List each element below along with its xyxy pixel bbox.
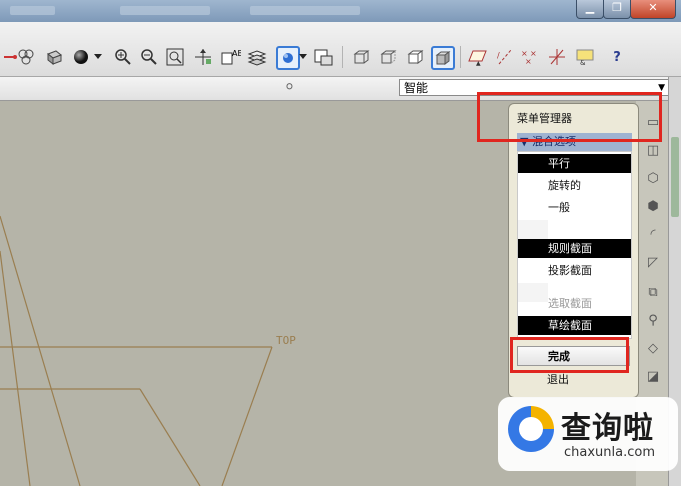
datum-label-top: TOP [276, 334, 296, 347]
wireframe-icon[interactable] [350, 46, 372, 68]
sketch-line [0, 250, 31, 486]
help-glyph: ? [613, 49, 621, 65]
sphere-icon[interactable] [70, 46, 92, 68]
title-text-blur [10, 6, 55, 15]
svg-text:▲: ▲ [476, 60, 481, 66]
menu-item-rotational[interactable]: 旋转的 [518, 176, 631, 195]
no-hidden-icon[interactable] [404, 46, 426, 68]
exit-button[interactable]: 退出 [547, 371, 569, 387]
zoom-in-icon[interactable] [112, 46, 134, 68]
title-bar: ▁ ❐ ✕ [0, 0, 681, 22]
svg-text:×: × [525, 57, 532, 66]
menu-item-select-section: 选取截面 [548, 297, 592, 310]
restore-button[interactable]: ❐ [603, 0, 631, 19]
minimize-button[interactable]: ▁ [576, 0, 604, 19]
help-icon[interactable]: ? [606, 46, 628, 68]
coord-sys-icon[interactable] [546, 46, 568, 68]
svg-text:AB: AB [232, 49, 241, 58]
svg-text:/: / [497, 51, 500, 60]
menu-item-parallel[interactable]: 平行 [518, 154, 631, 173]
menu-item-sketch-section[interactable]: 草绘截面 [518, 316, 631, 335]
sketch-line [221, 346, 273, 486]
watermark: 查询啦 chaxunla.com [498, 397, 678, 471]
rib-icon[interactable]: ◇ [644, 341, 662, 359]
zoom-out-icon[interactable] [138, 46, 160, 68]
brand-name-cn: 查询啦 [561, 411, 654, 446]
selection-filter-value: 智能 [404, 81, 429, 95]
svg-text:&: & [580, 59, 586, 66]
saved-views-icon[interactable] [313, 46, 335, 68]
chamfer-icon[interactable]: ◸ [644, 255, 662, 273]
highlight-box-menu-title [477, 92, 662, 142]
copy-icon[interactable]: ⧉ [644, 285, 662, 303]
menu-options-list: 平行 旋转的 一般 规则截面 投影截面 选取截面 草绘截面 [517, 151, 632, 339]
annotation-icon[interactable]: AB [220, 46, 242, 68]
chevron-down-icon[interactable] [297, 46, 309, 68]
mirror-icon[interactable]: ⚲ [644, 313, 662, 331]
round-icon[interactable]: ◜ [644, 227, 662, 245]
sweep-icon[interactable]: ⬡ [644, 171, 662, 189]
toolbar-separator [342, 46, 343, 68]
status-light-icon: ⚪ [284, 80, 295, 95]
hidden-line-icon[interactable] [377, 46, 399, 68]
datum-point-icon[interactable]: × × × [519, 46, 541, 68]
revolve-icon[interactable]: ◫ [644, 143, 662, 161]
brand-logo-icon [508, 406, 554, 452]
brand-name-en: chaxunla.com [564, 445, 655, 460]
refit-icon[interactable] [164, 46, 186, 68]
title-text-blur [120, 6, 210, 15]
menu-item-projected-section[interactable]: 投影截面 [518, 261, 631, 280]
shading-icon[interactable] [431, 46, 455, 70]
close-button[interactable]: ✕ [630, 0, 676, 19]
scrollbar-thumb[interactable] [671, 137, 679, 217]
menu-item-regular-section[interactable]: 规则截面 [518, 239, 631, 258]
datum-axis-icon[interactable]: / [494, 46, 516, 68]
menu-spacer [518, 220, 548, 239]
annotation-display-icon[interactable]: & [574, 46, 596, 68]
layer-icon[interactable] [246, 46, 268, 68]
highlight-box-done [510, 337, 629, 373]
chevron-down-icon[interactable] [92, 46, 104, 68]
toolbar-separator [460, 46, 461, 68]
move-icon[interactable] [192, 46, 214, 68]
blend-icon[interactable]: ⬢ [644, 199, 662, 217]
sketch-line [0, 215, 81, 486]
palette-icon[interactable] [15, 46, 37, 68]
title-text-blur [250, 6, 360, 15]
shell-icon[interactable]: ◪ [644, 369, 662, 387]
menu-item-general[interactable]: 一般 [518, 198, 631, 217]
sketch-line [139, 388, 201, 486]
shaded-box-icon[interactable] [43, 46, 65, 68]
main-toolbar: AB ▲ / × × × & ? [0, 22, 681, 77]
datum-plane-icon[interactable]: ▲ [467, 46, 489, 68]
